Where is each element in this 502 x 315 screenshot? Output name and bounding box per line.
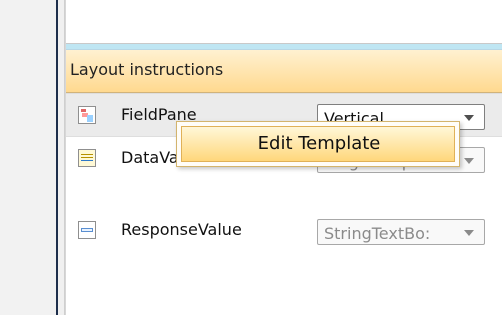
layout-instructions-title: Layout instructions (70, 60, 224, 79)
layout-dropdown-responsevalue[interactable]: StringTextBo: (317, 219, 485, 245)
layout-row-responsevalue[interactable]: ResponseValue StringTextBo: (66, 209, 502, 253)
context-menu-label-edit-template: Edit Template (257, 133, 381, 154)
row-label-responsevalue: ResponseValue (121, 220, 242, 239)
response-value-icon (78, 221, 96, 239)
dropdown-value-responsevalue: StringTextBo: (324, 224, 431, 243)
app-window: Layout instructions FieldPane Vertical D… (0, 0, 502, 315)
chevron-down-icon[interactable] (464, 115, 474, 121)
empty-top-area (66, 0, 502, 44)
layout-instructions-header: Layout instructions (66, 49, 502, 93)
chevron-down-icon[interactable] (464, 158, 474, 164)
left-rail (50, 0, 65, 315)
context-menu-item-edit-template[interactable]: Edit Template (181, 126, 455, 162)
context-menu: Edit Template (176, 121, 460, 167)
field-pane-icon (78, 106, 96, 124)
data-value-icon (78, 149, 96, 167)
chevron-down-icon[interactable] (464, 230, 474, 236)
